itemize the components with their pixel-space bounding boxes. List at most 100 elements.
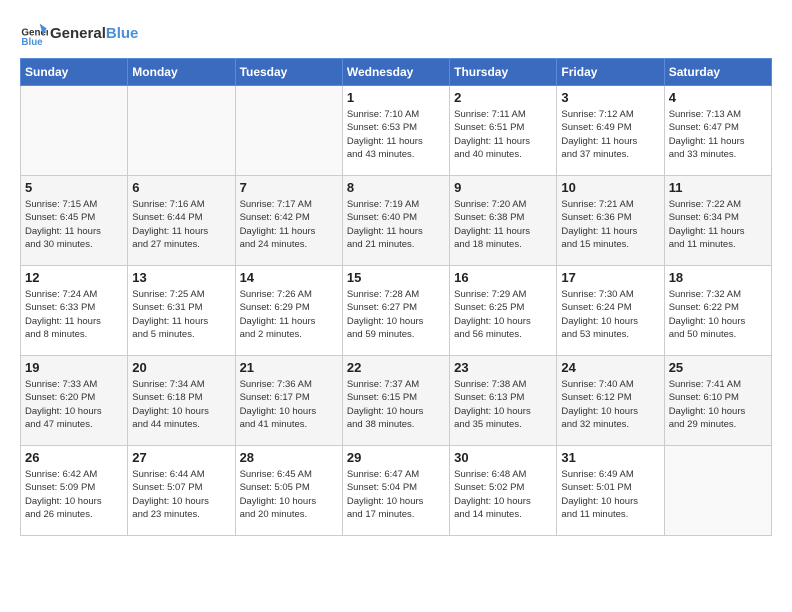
calendar-week-2: 5 Sunrise: 7:15 AM Sunset: 6:45 PM Daylig… <box>21 176 772 266</box>
day-info: Sunrise: 7:36 AM Sunset: 6:17 PM Dayligh… <box>240 378 338 431</box>
day-info: Sunrise: 6:47 AM Sunset: 5:04 PM Dayligh… <box>347 468 445 521</box>
calendar-cell: 27 Sunrise: 6:44 AM Sunset: 5:07 PM Dayli… <box>128 446 235 536</box>
day-info: Sunrise: 6:49 AM Sunset: 5:01 PM Dayligh… <box>561 468 659 521</box>
day-info: Sunrise: 7:19 AM Sunset: 6:40 PM Dayligh… <box>347 198 445 251</box>
day-number: 5 <box>25 180 123 195</box>
day-number: 18 <box>669 270 767 285</box>
day-info: Sunrise: 7:24 AM Sunset: 6:33 PM Dayligh… <box>25 288 123 341</box>
day-number: 19 <box>25 360 123 375</box>
calendar-cell: 14 Sunrise: 7:26 AM Sunset: 6:29 PM Dayli… <box>235 266 342 356</box>
day-number: 8 <box>347 180 445 195</box>
day-info: Sunrise: 7:12 AM Sunset: 6:49 PM Dayligh… <box>561 108 659 161</box>
day-number: 17 <box>561 270 659 285</box>
calendar-cell: 13Sunrise: 7:25 AM Sunset: 6:31 PM Dayli… <box>128 266 235 356</box>
page-header: General Blue GeneralBlue <box>20 20 772 48</box>
calendar-cell: 3Sunrise: 7:12 AM Sunset: 6:49 PM Daylig… <box>557 86 664 176</box>
logo-icon: General Blue <box>20 20 48 48</box>
weekday-header-tuesday: Tuesday <box>235 59 342 86</box>
day-number: 23 <box>454 360 552 375</box>
weekday-header-saturday: Saturday <box>664 59 771 86</box>
calendar-cell: 29 Sunrise: 6:47 AM Sunset: 5:04 PM Dayli… <box>342 446 449 536</box>
day-info: Sunrise: 7:37 AM Sunset: 6:15 PM Dayligh… <box>347 378 445 431</box>
weekday-header-sunday: Sunday <box>21 59 128 86</box>
calendar-cell: 4Sunrise: 7:13 AM Sunset: 6:47 PM Daylig… <box>664 86 771 176</box>
day-number: 24 <box>561 360 659 375</box>
calendar-week-4: 19 Sunrise: 7:33 AM Sunset: 6:20 PM Dayli… <box>21 356 772 446</box>
day-info: Sunrise: 7:40 AM Sunset: 6:12 PM Dayligh… <box>561 378 659 431</box>
day-info: Sunrise: 7:33 AM Sunset: 6:20 PM Dayligh… <box>25 378 123 431</box>
logo: General Blue GeneralBlue <box>20 20 138 48</box>
calendar-week-5: 26Sunrise: 6:42 AM Sunset: 5:09 PM Dayli… <box>21 446 772 536</box>
day-number: 11 <box>669 180 767 195</box>
calendar-cell: 16Sunrise: 7:29 AM Sunset: 6:25 PM Dayli… <box>450 266 557 356</box>
weekday-header-thursday: Thursday <box>450 59 557 86</box>
day-number: 20 <box>132 360 230 375</box>
day-info: Sunrise: 7:30 AM Sunset: 6:24 PM Dayligh… <box>561 288 659 341</box>
calendar-cell: 31 Sunrise: 6:49 AM Sunset: 5:01 PM Dayli… <box>557 446 664 536</box>
weekday-header-row: SundayMondayTuesdayWednesdayThursdayFrid… <box>21 59 772 86</box>
day-number: 1 <box>347 90 445 105</box>
svg-text:Blue: Blue <box>21 37 43 48</box>
day-info: Sunrise: 7:41 AM Sunset: 6:10 PM Dayligh… <box>669 378 767 431</box>
day-info: Sunrise: 7:20 AM Sunset: 6:38 PM Dayligh… <box>454 198 552 251</box>
calendar-cell: 19 Sunrise: 7:33 AM Sunset: 6:20 PM Dayli… <box>21 356 128 446</box>
weekday-header-monday: Monday <box>128 59 235 86</box>
calendar-cell: 12 Sunrise: 7:24 AM Sunset: 6:33 PM Dayli… <box>21 266 128 356</box>
calendar-cell: 20 Sunrise: 7:34 AM Sunset: 6:18 PM Dayli… <box>128 356 235 446</box>
day-info: Sunrise: 7:15 AM Sunset: 6:45 PM Dayligh… <box>25 198 123 251</box>
day-info: Sunrise: 7:17 AM Sunset: 6:42 PM Dayligh… <box>240 198 338 251</box>
calendar-cell: 18 Sunrise: 7:32 AM Sunset: 6:22 PM Dayli… <box>664 266 771 356</box>
day-info: Sunrise: 7:22 AM Sunset: 6:34 PM Dayligh… <box>669 198 767 251</box>
logo-general: General <box>50 25 106 42</box>
calendar-cell: 22 Sunrise: 7:37 AM Sunset: 6:15 PM Dayli… <box>342 356 449 446</box>
day-info: Sunrise: 7:38 AM Sunset: 6:13 PM Dayligh… <box>454 378 552 431</box>
calendar-cell <box>128 86 235 176</box>
calendar-cell <box>21 86 128 176</box>
calendar-cell <box>235 86 342 176</box>
day-number: 27 <box>132 450 230 465</box>
day-info: Sunrise: 7:11 AM Sunset: 6:51 PM Dayligh… <box>454 108 552 161</box>
day-info: Sunrise: 7:13 AM Sunset: 6:47 PM Dayligh… <box>669 108 767 161</box>
day-info: Sunrise: 7:29 AM Sunset: 6:25 PM Dayligh… <box>454 288 552 341</box>
calendar-cell: 17 Sunrise: 7:30 AM Sunset: 6:24 PM Dayli… <box>557 266 664 356</box>
calendar-cell: 23 Sunrise: 7:38 AM Sunset: 6:13 PM Dayli… <box>450 356 557 446</box>
calendar-cell: 7 Sunrise: 7:17 AM Sunset: 6:42 PM Daylig… <box>235 176 342 266</box>
calendar-cell: 6Sunrise: 7:16 AM Sunset: 6:44 PM Daylig… <box>128 176 235 266</box>
calendar-cell: 8 Sunrise: 7:19 AM Sunset: 6:40 PM Daylig… <box>342 176 449 266</box>
day-number: 14 <box>240 270 338 285</box>
day-info: Sunrise: 7:28 AM Sunset: 6:27 PM Dayligh… <box>347 288 445 341</box>
day-number: 6 <box>132 180 230 195</box>
weekday-header-friday: Friday <box>557 59 664 86</box>
day-info: Sunrise: 7:21 AM Sunset: 6:36 PM Dayligh… <box>561 198 659 251</box>
calendar-cell: 28Sunrise: 6:45 AM Sunset: 5:05 PM Dayli… <box>235 446 342 536</box>
day-number: 31 <box>561 450 659 465</box>
day-info: Sunrise: 7:26 AM Sunset: 6:29 PM Dayligh… <box>240 288 338 341</box>
calendar-cell: 26Sunrise: 6:42 AM Sunset: 5:09 PM Dayli… <box>21 446 128 536</box>
day-info: Sunrise: 7:32 AM Sunset: 6:22 PM Dayligh… <box>669 288 767 341</box>
calendar-cell: 9 Sunrise: 7:20 AM Sunset: 6:38 PM Daylig… <box>450 176 557 266</box>
day-number: 29 <box>347 450 445 465</box>
day-info: Sunrise: 7:34 AM Sunset: 6:18 PM Dayligh… <box>132 378 230 431</box>
day-info: Sunrise: 6:44 AM Sunset: 5:07 PM Dayligh… <box>132 468 230 521</box>
calendar-cell: 15Sunrise: 7:28 AM Sunset: 6:27 PM Dayli… <box>342 266 449 356</box>
day-number: 12 <box>25 270 123 285</box>
calendar-cell: 24 Sunrise: 7:40 AM Sunset: 6:12 PM Dayli… <box>557 356 664 446</box>
calendar-cell: 2Sunrise: 7:11 AM Sunset: 6:51 PM Daylig… <box>450 86 557 176</box>
calendar-week-1: 1 Sunrise: 7:10 AM Sunset: 6:53 PM Daylig… <box>21 86 772 176</box>
day-info: Sunrise: 6:48 AM Sunset: 5:02 PM Dayligh… <box>454 468 552 521</box>
calendar-cell: 10 Sunrise: 7:21 AM Sunset: 6:36 PM Dayli… <box>557 176 664 266</box>
day-number: 30 <box>454 450 552 465</box>
day-number: 7 <box>240 180 338 195</box>
day-number: 10 <box>561 180 659 195</box>
day-info: Sunrise: 6:45 AM Sunset: 5:05 PM Dayligh… <box>240 468 338 521</box>
day-info: Sunrise: 6:42 AM Sunset: 5:09 PM Dayligh… <box>25 468 123 521</box>
calendar-cell: 11 Sunrise: 7:22 AM Sunset: 6:34 PM Dayli… <box>664 176 771 266</box>
day-info: Sunrise: 7:25 AM Sunset: 6:31 PM Dayligh… <box>132 288 230 341</box>
calendar-cell: 1 Sunrise: 7:10 AM Sunset: 6:53 PM Daylig… <box>342 86 449 176</box>
day-info: Sunrise: 7:10 AM Sunset: 6:53 PM Dayligh… <box>347 108 445 161</box>
day-number: 22 <box>347 360 445 375</box>
weekday-header-wednesday: Wednesday <box>342 59 449 86</box>
logo-blue: Blue <box>106 25 139 42</box>
calendar-cell: 21Sunrise: 7:36 AM Sunset: 6:17 PM Dayli… <box>235 356 342 446</box>
day-number: 9 <box>454 180 552 195</box>
